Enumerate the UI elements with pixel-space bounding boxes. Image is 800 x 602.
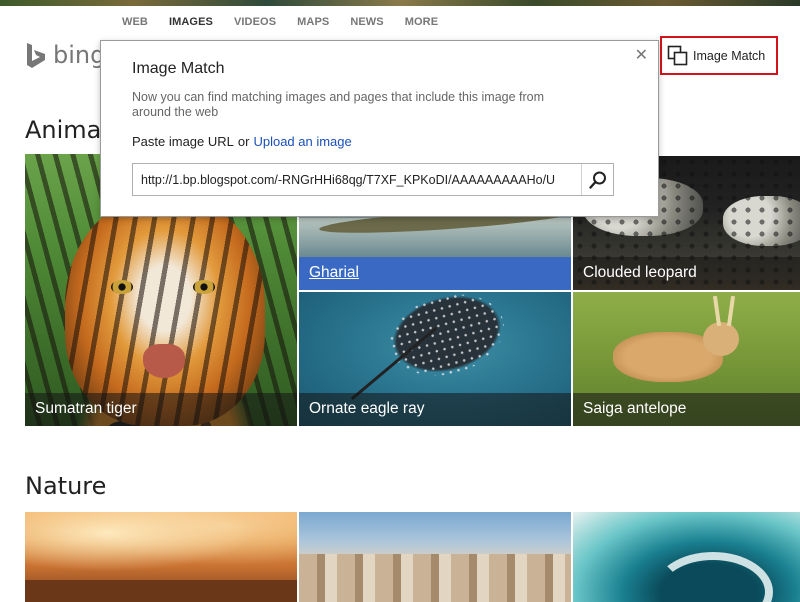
tile-caption: Ornate eagle ray [299,393,571,426]
tile-caption: Saiga antelope [573,393,800,426]
tiger-left-eye [111,280,133,294]
bing-logo-icon [27,43,45,68]
popup-description: Now you can find matching images and pag… [132,90,545,119]
tile-nature-sunset[interactable] [25,512,297,602]
image-url-input[interactable] [133,164,581,195]
bing-logo-text: bing [53,41,106,69]
saiga-horn-left [712,295,722,327]
caption-text: Ornate eagle ray [309,400,425,417]
tile-ornate-eagle-ray[interactable]: Ornate eagle ray [299,292,571,426]
saiga-head [703,322,739,356]
image-match-label: Image Match [693,48,766,63]
caption-text: Clouded leopard [583,264,697,281]
caption-text: Sumatran tiger [35,400,137,417]
saiga-horn-right [726,295,736,327]
search-icon [588,171,606,189]
sunset-clouds [25,512,297,582]
wave-curl [653,552,773,602]
tile-nature-wave[interactable] [573,512,800,602]
image-match-button[interactable]: Image Match [660,36,778,75]
tile-nature-badlands[interactable] [299,512,571,602]
tile-caption: Clouded leopard [573,257,800,290]
caption-text: Saiga antelope [583,400,687,417]
nav-maps[interactable]: MAPS [297,16,329,32]
image-match-icon [667,45,688,65]
popup-title: Image Match [132,60,225,77]
section-title-nature: Nature [25,472,107,500]
sunset-land [25,580,297,602]
caption-text[interactable]: Gharial [309,264,359,281]
paste-url-label: Paste image URL [132,134,234,149]
badlands-ridges [299,554,571,602]
search-button[interactable] [581,164,613,195]
section-title-animals: Animal [25,116,109,144]
tiger-stripes [65,194,265,426]
top-image-strip [0,0,800,6]
paste-row: Paste image URL or Upload an image [132,134,352,149]
bing-logo[interactable]: bing [25,41,106,70]
tile-saiga-antelope[interactable]: Saiga antelope [573,292,800,426]
image-match-popup: ✕ Image Match Now you can find matching … [100,40,659,217]
ray-spots [380,292,514,388]
top-nav: WEB IMAGES VIDEOS MAPS NEWS MORE [122,16,459,32]
tiger-right-eye [193,280,215,294]
nav-web[interactable]: WEB [122,16,148,32]
or-text: or [237,134,250,149]
tile-caption: Sumatran tiger [25,393,297,426]
close-icon[interactable]: ✕ [635,48,648,64]
upload-image-link[interactable]: Upload an image [253,134,351,149]
tiger-nose [143,344,185,378]
url-input-box [132,163,614,196]
tile-caption-selected: Gharial [299,257,571,290]
nav-more[interactable]: MORE [405,16,438,32]
nav-videos[interactable]: VIDEOS [234,16,276,32]
nav-images[interactable]: IMAGES [169,16,213,32]
nav-news[interactable]: NEWS [350,16,383,32]
